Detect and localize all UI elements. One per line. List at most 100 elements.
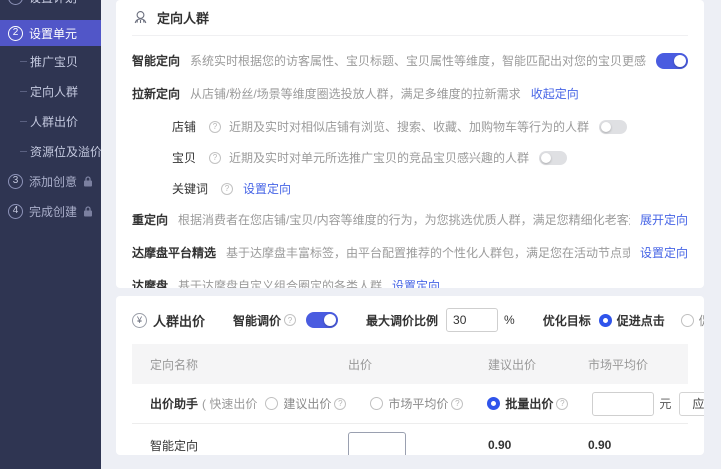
- new-customer-label: 拉新定向: [132, 85, 180, 102]
- apply-button[interactable]: 应用: [679, 392, 704, 416]
- col-header-market: 市场平均价: [588, 356, 688, 373]
- sidebar-step-1[interactable]: 1 设置计划: [0, 0, 101, 10]
- dmp-row: 达摩盘 基于达摩盘自定义组合圈定的各类人群 设置定向: [132, 277, 688, 288]
- sub-item-label: 定向人群: [30, 83, 78, 100]
- sub-item-label: 人群出价: [30, 113, 78, 130]
- smart-price-label: 智能调价: [233, 312, 281, 329]
- help-icon[interactable]: ?: [209, 152, 221, 164]
- steps-sidebar: 1 设置计划 2 设置单元 推广宝贝 定向人群 人群出价 资源位及溢价 3 添加…: [0, 0, 101, 469]
- step-3-number: 3: [8, 174, 23, 189]
- new-customer-targeting-row: 拉新定向 从店铺/粉丝/场景等维度圈选投放人群，满足多维度的拉新需求 收起定向: [132, 85, 688, 102]
- sidebar-step-4-locked: 4 完成创建: [0, 196, 101, 226]
- row-market-avg: 0.90: [588, 438, 688, 452]
- bid-helper-row: 出价助手 ( 快速出价 建议出价 ? 市场平均价 ? 批量出价 ? 元 应用: [132, 384, 688, 424]
- table-row-smart-targeting: 智能定向 0.90 0.90: [132, 424, 688, 455]
- step-1-label: 设置计划: [29, 0, 77, 6]
- radio-icon: [265, 397, 278, 410]
- keyword-label: 关键词: [172, 180, 208, 197]
- sidebar-item-targeting-audience[interactable]: 定向人群: [0, 76, 101, 106]
- bid-table-header: 定向名称 出价 建议出价 市场平均价: [132, 344, 688, 384]
- retargeting-row: 重定向 根据消费者在您店铺/宝贝/内容等维度的行为，为您挑选优质人群，满足您精细…: [132, 211, 688, 228]
- item-targeting-toggle[interactable]: [539, 151, 567, 165]
- main-content: 定向人群 智能定向 系统实时根据您的访客属性、宝贝标题、宝贝属性等维度，智能匹配…: [116, 0, 704, 455]
- yuan-unit-label: 元: [659, 395, 671, 412]
- smart-targeting-desc: 系统实时根据您的访客属性、宝贝标题、宝贝属性等维度，智能匹配出对您的宝贝更感兴趣…: [190, 52, 646, 69]
- radio-icon: [681, 314, 694, 327]
- audience-group-icon: [132, 10, 149, 25]
- lock-icon: [83, 206, 93, 217]
- row-targeting-name: 智能定向: [150, 437, 348, 454]
- help-icon[interactable]: ?: [209, 121, 221, 133]
- help-icon[interactable]: ?: [334, 398, 346, 410]
- sub-item-label: 推广宝贝: [30, 53, 78, 70]
- retargeting-label: 重定向: [132, 211, 168, 228]
- help-icon[interactable]: ?: [451, 398, 463, 410]
- ratio-unit: %: [504, 313, 515, 327]
- quick-bid-prefix: ( 快速出价: [202, 395, 257, 412]
- helper-radio-batch[interactable]: 批量出价 ?: [487, 395, 576, 412]
- step-2-number: 2: [8, 26, 23, 41]
- batch-bid-amount-input[interactable]: [592, 392, 654, 416]
- dmp-featured-label: 达摩盘平台精选: [132, 244, 216, 261]
- item-targeting-row: 宝贝 ? 近期及实时对单元所选推广宝贝的竞品宝贝感兴趣的人群: [172, 149, 688, 166]
- radio-icon: [370, 397, 383, 410]
- smart-targeting-label: 智能定向: [132, 52, 180, 69]
- smart-price-toggle[interactable]: [306, 312, 338, 328]
- helper-option-label: 批量出价: [505, 395, 553, 412]
- help-icon[interactable]: ?: [284, 314, 296, 326]
- dmp-featured-desc: 基于达摩盘丰富标签，由平台配置推荐的个性化人群包，满足您在活动节点或者行业上的圈…: [226, 244, 630, 261]
- radio-selected-icon: [487, 397, 500, 410]
- keyword-targeting-row: 关键词 ? 设置定向: [172, 180, 688, 197]
- bid-card-title: 人群出价: [153, 311, 205, 330]
- goal-label: 促进点击: [617, 312, 665, 329]
- audience-bid-card: ¥ 人群出价 智能调价 ? 最大调价比例 % 优化目标 促进点击 促进收藏加购 …: [116, 296, 704, 455]
- shop-label: 店铺: [172, 118, 196, 135]
- col-header-suggested: 建议出价: [488, 356, 588, 373]
- smart-targeting-row: 智能定向 系统实时根据您的访客属性、宝贝标题、宝贝属性等维度，智能匹配出对您的宝…: [132, 52, 688, 69]
- expand-targeting-link[interactable]: 展开定向: [640, 211, 688, 228]
- helper-radio-suggested[interactable]: 建议出价 ?: [265, 395, 354, 412]
- dmp-desc: 基于达摩盘自定义组合圈定的各类人群: [178, 277, 382, 288]
- help-icon[interactable]: ?: [556, 398, 568, 410]
- lock-icon: [83, 176, 93, 187]
- sidebar-item-placement-premium[interactable]: 资源位及溢价: [0, 136, 101, 166]
- row-bid-input[interactable]: [348, 432, 406, 455]
- max-ratio-input[interactable]: [446, 308, 498, 332]
- shop-targeting-row: 店铺 ? 近期及实时对相似店铺有浏览、搜索、收藏、加购物车等行为的人群: [172, 118, 688, 135]
- item-label: 宝贝: [172, 149, 196, 166]
- step-2-label: 设置单元: [29, 25, 77, 42]
- optimize-goal-label: 优化目标: [543, 312, 591, 329]
- helper-option-label: 市场平均价: [388, 395, 448, 412]
- max-ratio-label: 最大调价比例: [366, 312, 438, 329]
- new-customer-desc: 从店铺/粉丝/场景等维度圈选投放人群，满足多维度的拉新需求: [190, 85, 521, 102]
- sidebar-item-promote-item[interactable]: 推广宝贝: [0, 46, 101, 76]
- helper-option-label: 建议出价: [283, 395, 331, 412]
- sidebar-step-3-locked: 3 添加创意: [0, 166, 101, 196]
- sidebar-item-audience-bid[interactable]: 人群出价: [0, 106, 101, 136]
- helper-radio-market[interactable]: 市场平均价 ?: [370, 395, 471, 412]
- radio-selected-icon: [599, 314, 612, 327]
- targeting-card-header: 定向人群: [132, 0, 688, 36]
- dmp-featured-set-link[interactable]: 设置定向: [640, 244, 688, 261]
- step-4-label: 完成创建: [29, 203, 77, 220]
- yuan-coin-icon: ¥: [132, 313, 147, 328]
- dmp-set-link[interactable]: 设置定向: [392, 277, 440, 288]
- shop-targeting-toggle[interactable]: [599, 120, 627, 134]
- goal-label: 促进收藏加购: [699, 312, 704, 329]
- row-suggested-bid: 0.90: [488, 438, 588, 452]
- step-4-number: 4: [8, 204, 23, 219]
- help-icon[interactable]: ?: [221, 183, 233, 195]
- goal-radio-favorites[interactable]: 促进收藏加购: [681, 312, 704, 329]
- collapse-targeting-link[interactable]: 收起定向: [531, 85, 579, 102]
- keyword-set-targeting-link[interactable]: 设置定向: [243, 180, 291, 197]
- sidebar-step-2-active[interactable]: 2 设置单元: [0, 20, 101, 46]
- goal-radio-clicks[interactable]: 促进点击: [599, 312, 665, 329]
- step-1-number: 1: [8, 0, 23, 5]
- smart-targeting-toggle[interactable]: [656, 53, 688, 69]
- dmp-label: 达摩盘: [132, 277, 168, 288]
- targeting-card-title: 定向人群: [157, 8, 209, 27]
- retargeting-desc: 根据消费者在您店铺/宝贝/内容等维度的行为，为您挑选优质人群，满足您精细化老客运…: [178, 211, 630, 228]
- targeting-audience-card: 定向人群 智能定向 系统实时根据您的访客属性、宝贝标题、宝贝属性等维度，智能匹配…: [116, 0, 704, 288]
- col-header-bid: 出价: [348, 356, 488, 373]
- bid-helper-label: 出价助手: [150, 395, 198, 412]
